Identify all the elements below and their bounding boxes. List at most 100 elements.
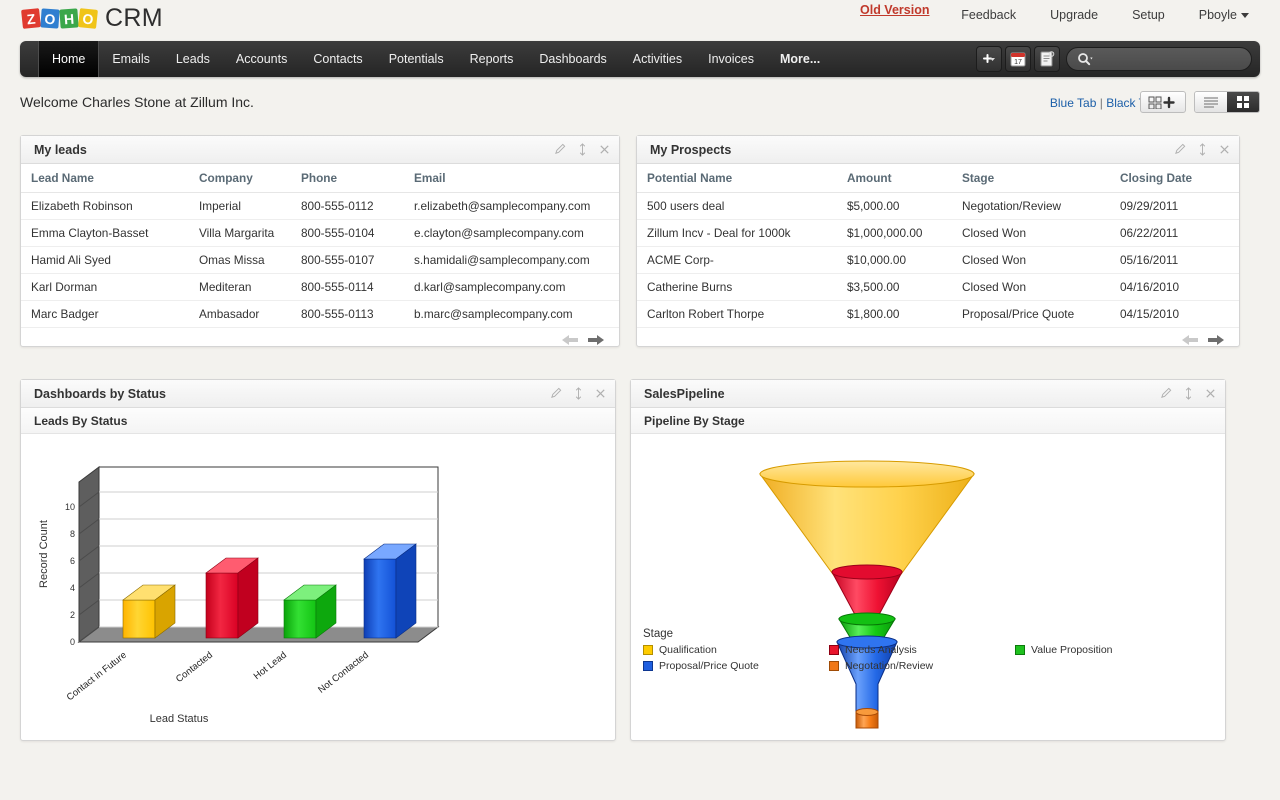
old-version-link[interactable]: Old Version [860, 3, 929, 17]
next-page-icon[interactable] [587, 334, 605, 346]
legend-swatch-needs-analysis [829, 645, 839, 655]
grid-view-button[interactable] [1227, 92, 1259, 112]
funnel-segment-negotation-review[interactable] [855, 708, 879, 729]
refresh-icon[interactable] [576, 143, 589, 156]
lead-company-cell: Omas Missa [189, 246, 291, 274]
potential-name-cell[interactable]: Carlton Robert Thorpe [637, 300, 837, 328]
search-input[interactable] [1066, 47, 1252, 71]
funnel-segment-qualification[interactable] [759, 460, 975, 578]
setup-link[interactable]: Setup [1115, 0, 1182, 30]
x-axis-tick-labels: Contact in Future Contacted Hot Lead Not… [65, 650, 371, 704]
nav-item-dashboards[interactable]: Dashboards [526, 41, 619, 77]
col-phone[interactable]: Phone [291, 164, 404, 193]
potential-closing-date-cell: 06/22/2011 [1110, 219, 1239, 247]
lead-name-cell[interactable]: Elizabeth Robinson [21, 192, 189, 220]
legend-item-proposal-price-quote[interactable]: Proposal/Price Quote [643, 660, 829, 672]
potential-name-cell[interactable]: 500 users deal [637, 192, 837, 220]
legend-swatch-negotation-review [829, 661, 839, 671]
lead-name-cell[interactable]: Emma Clayton-Basset [21, 219, 189, 247]
lead-name-cell[interactable]: Marc Badger [21, 300, 189, 328]
table-row[interactable]: Catherine Burns $3,500.00 Closed Won 04/… [637, 273, 1239, 301]
blue-tab-link[interactable]: Blue Tab [1050, 96, 1096, 110]
table-row[interactable]: Emma Clayton-Basset Villa Margarita 800-… [21, 219, 619, 247]
svg-text:8: 8 [70, 529, 75, 539]
previous-page-icon[interactable] [561, 334, 579, 346]
col-amount[interactable]: Amount [837, 164, 952, 193]
table-row[interactable]: Marc Badger Ambasador 800-555-0113 b.mar… [21, 300, 619, 328]
table-row[interactable]: 500 users deal $5,000.00 Negotation/Revi… [637, 192, 1239, 220]
zoho-logo-tiles: Z O H O [21, 8, 98, 29]
edit-icon[interactable] [1174, 143, 1187, 156]
lead-email-cell[interactable]: d.karl@samplecompany.com [404, 273, 619, 301]
table-row[interactable]: Hamid Ali Syed Omas Missa 800-555-0107 s… [21, 246, 619, 274]
legend-item-negotation-review[interactable]: Negotation/Review [829, 660, 1015, 672]
nav-item-reports[interactable]: Reports [457, 41, 527, 77]
close-icon[interactable] [594, 387, 607, 400]
my-leads-table-body: Elizabeth Robinson Imperial 800-555-0112… [21, 192, 619, 328]
potential-name-cell[interactable]: Zillum Incv - Deal for 1000k [637, 219, 837, 247]
lead-name-cell[interactable]: Karl Dorman [21, 273, 189, 301]
edit-icon[interactable] [554, 143, 567, 156]
col-closing-date[interactable]: Closing Date [1110, 164, 1239, 193]
close-icon[interactable] [1204, 387, 1217, 400]
refresh-icon[interactable] [572, 387, 585, 400]
legend-item-value-proposition[interactable]: Value Proposition [1015, 644, 1201, 656]
potential-name-cell[interactable]: ACME Corp- [637, 246, 837, 274]
col-potential-name[interactable]: Potential Name [637, 164, 837, 193]
pipeline-by-stage-chart [759, 460, 975, 729]
my-leads-title: My leads [34, 142, 87, 157]
svg-text:Hot Lead: Hot Lead [252, 650, 289, 682]
lead-email-cell[interactable]: e.clayton@samplecompany.com [404, 219, 619, 247]
svg-text:0: 0 [70, 637, 75, 647]
nav-item-emails[interactable]: Emails [99, 41, 163, 77]
col-company[interactable]: Company [189, 164, 291, 193]
previous-page-icon[interactable] [1181, 334, 1199, 346]
bar-contacted[interactable] [205, 557, 259, 639]
lead-phone-cell: 800-555-0113 [291, 300, 404, 328]
close-icon[interactable] [598, 143, 611, 156]
add-widget-button[interactable] [1140, 91, 1186, 113]
table-row[interactable]: Carlton Robert Thorpe $1,800.00 Proposal… [637, 300, 1239, 328]
list-view-button[interactable] [1195, 92, 1227, 112]
lead-name-cell[interactable]: Hamid Ali Syed [21, 246, 189, 274]
nav-item-potentials[interactable]: Potentials [376, 41, 457, 77]
potential-closing-date-cell: 04/15/2010 [1110, 300, 1239, 328]
leads-by-status-subtitle: Leads By Status [21, 408, 615, 434]
table-row[interactable]: Zillum Incv - Deal for 1000k $1,000,000.… [637, 219, 1239, 247]
table-row[interactable]: Karl Dorman Mediteran 800-555-0114 d.kar… [21, 273, 619, 301]
notes-icon [1040, 51, 1055, 67]
bar-not-contacted[interactable] [363, 543, 417, 639]
upgrade-link[interactable]: Upgrade [1033, 0, 1115, 30]
calendar-button[interactable]: 17 [1005, 46, 1031, 72]
nav-item-invoices[interactable]: Invoices [695, 41, 767, 77]
refresh-icon[interactable] [1182, 387, 1195, 400]
col-email[interactable]: Email [404, 164, 619, 193]
nav-item-home[interactable]: Home [38, 41, 100, 77]
lead-email-cell[interactable]: r.elizabeth@samplecompany.com [404, 192, 619, 220]
lead-email-cell[interactable]: s.hamidali@samplecompany.com [404, 246, 619, 274]
nav-item-activities[interactable]: Activities [620, 41, 695, 77]
nav-item-leads[interactable]: Leads [163, 41, 223, 77]
next-page-icon[interactable] [1207, 334, 1225, 346]
legend-item-needs-analysis[interactable]: Needs Analysis [829, 644, 1015, 656]
zoho-logo[interactable]: Z O H O CRM [21, 4, 163, 33]
col-stage[interactable]: Stage [952, 164, 1110, 193]
nav-item-contacts[interactable]: Contacts [300, 41, 375, 77]
legend-item-qualification[interactable]: Qualification [643, 644, 829, 656]
close-icon[interactable] [1218, 143, 1231, 156]
lead-email-cell[interactable]: b.marc@samplecompany.com [404, 300, 619, 328]
refresh-icon[interactable] [1196, 143, 1209, 156]
user-name-label: Pboyle [1198, 8, 1237, 22]
table-row[interactable]: Elizabeth Robinson Imperial 800-555-0112… [21, 192, 619, 220]
feedback-link[interactable]: Feedback [944, 0, 1033, 30]
col-lead-name[interactable]: Lead Name [21, 164, 189, 193]
nav-item-more[interactable]: More... [767, 41, 833, 77]
potential-name-cell[interactable]: Catherine Burns [637, 273, 837, 301]
nav-item-accounts[interactable]: Accounts [223, 41, 300, 77]
user-menu[interactable]: Pboyle [1182, 0, 1266, 30]
notes-button[interactable] [1034, 46, 1060, 72]
add-record-button[interactable] [976, 46, 1002, 72]
edit-icon[interactable] [550, 387, 563, 400]
edit-icon[interactable] [1160, 387, 1173, 400]
table-row[interactable]: ACME Corp- $10,000.00 Closed Won 05/16/2… [637, 246, 1239, 274]
